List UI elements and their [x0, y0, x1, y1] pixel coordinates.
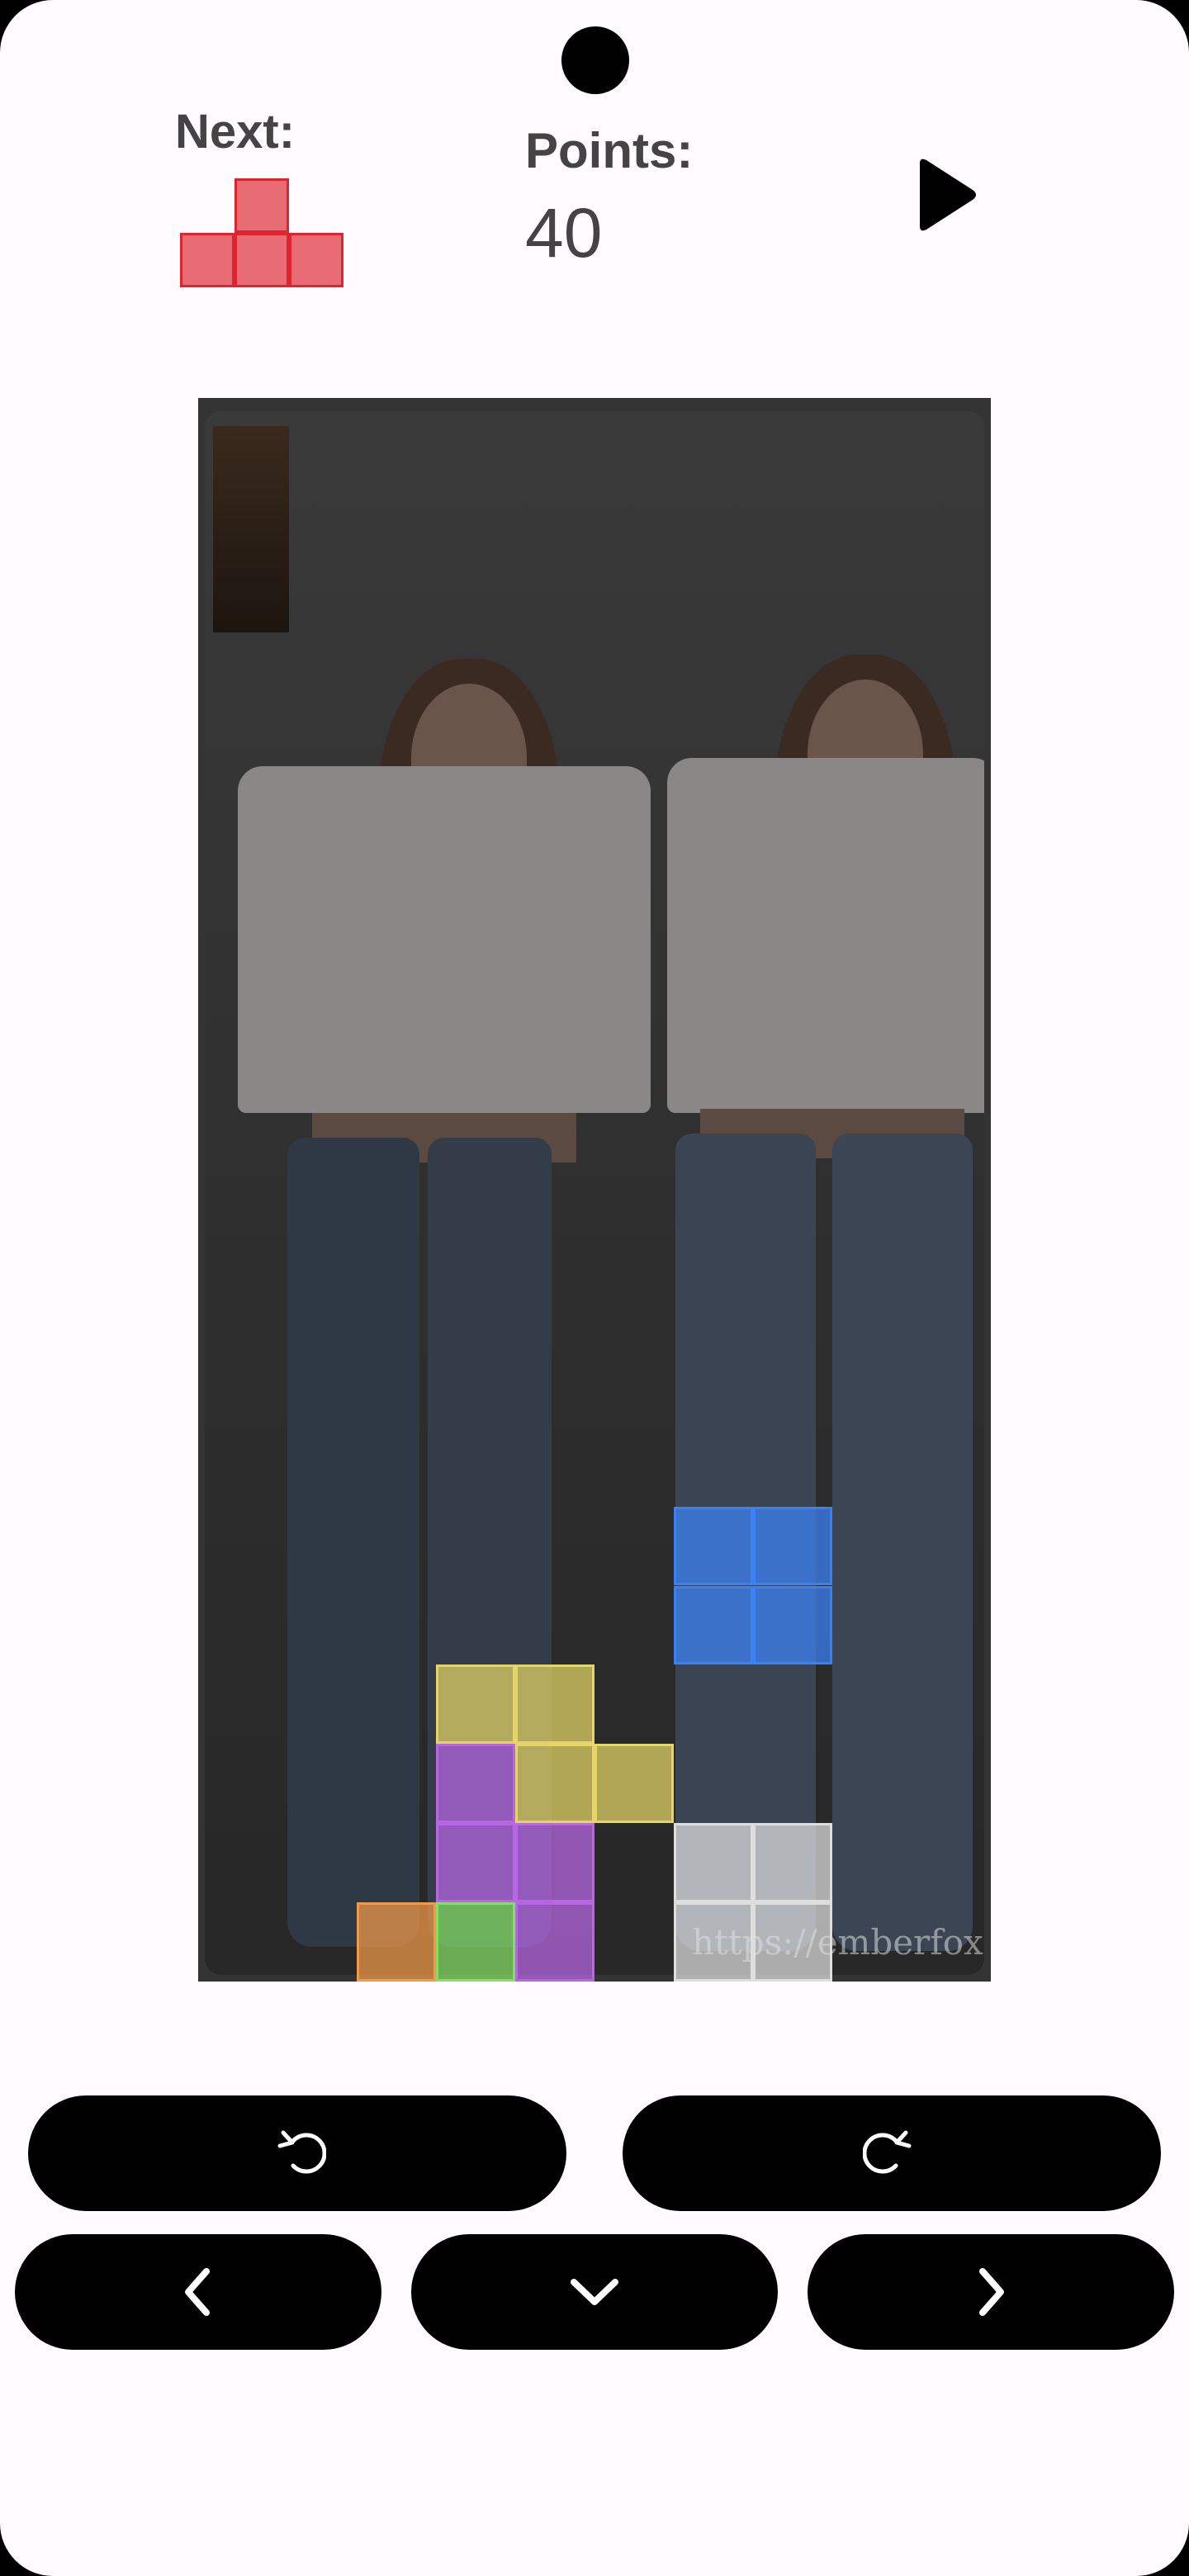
block-cell — [436, 1744, 515, 1824]
next-label: Next: — [175, 105, 296, 159]
block-cell — [594, 1744, 674, 1824]
block-cell — [753, 1902, 832, 1982]
block-cell — [674, 1585, 753, 1665]
play-button[interactable] — [908, 154, 983, 236]
thumbnail-image — [213, 426, 289, 632]
block-cell — [515, 1902, 594, 1982]
camera-cutout — [561, 26, 629, 94]
block-cell — [515, 1823, 594, 1903]
block-cell — [674, 1823, 753, 1903]
chevron-down-icon — [571, 2279, 618, 2305]
block-cell — [515, 1664, 594, 1745]
block-cell — [436, 1902, 515, 1982]
block-cell — [515, 1744, 594, 1824]
play-icon — [920, 159, 976, 231]
next-piece-cell — [180, 233, 234, 287]
game-screen: Next: Points: 40 https://emberfox — [0, 0, 1189, 2576]
block-cell — [753, 1506, 832, 1586]
next-piece-cell — [234, 178, 289, 233]
board-background-photo: https://emberfox — [205, 411, 984, 1975]
block-cell — [436, 1664, 515, 1745]
game-board[interactable]: https://emberfox — [198, 398, 991, 1982]
block-cell — [753, 1823, 832, 1903]
next-piece-cell — [234, 233, 289, 287]
block-cell — [436, 1823, 515, 1903]
rotate-right-button[interactable] — [623, 2095, 1161, 2211]
block-cell — [674, 1902, 753, 1982]
points-label: Points: — [525, 123, 694, 178]
points-value: 40 — [525, 194, 603, 272]
rotate-left-icon — [277, 2130, 326, 2174]
block-cell — [753, 1585, 832, 1665]
block-cell — [357, 1902, 436, 1982]
next-piece-cell — [289, 233, 343, 287]
move-right-button[interactable] — [808, 2234, 1174, 2350]
move-left-button[interactable] — [15, 2234, 381, 2350]
block-cell — [674, 1506, 753, 1586]
rotate-left-button[interactable] — [28, 2095, 566, 2211]
chevron-right-icon — [979, 2268, 1004, 2316]
rotate-right-icon — [863, 2130, 912, 2174]
move-down-button[interactable] — [411, 2234, 778, 2350]
chevron-left-icon — [185, 2268, 210, 2316]
